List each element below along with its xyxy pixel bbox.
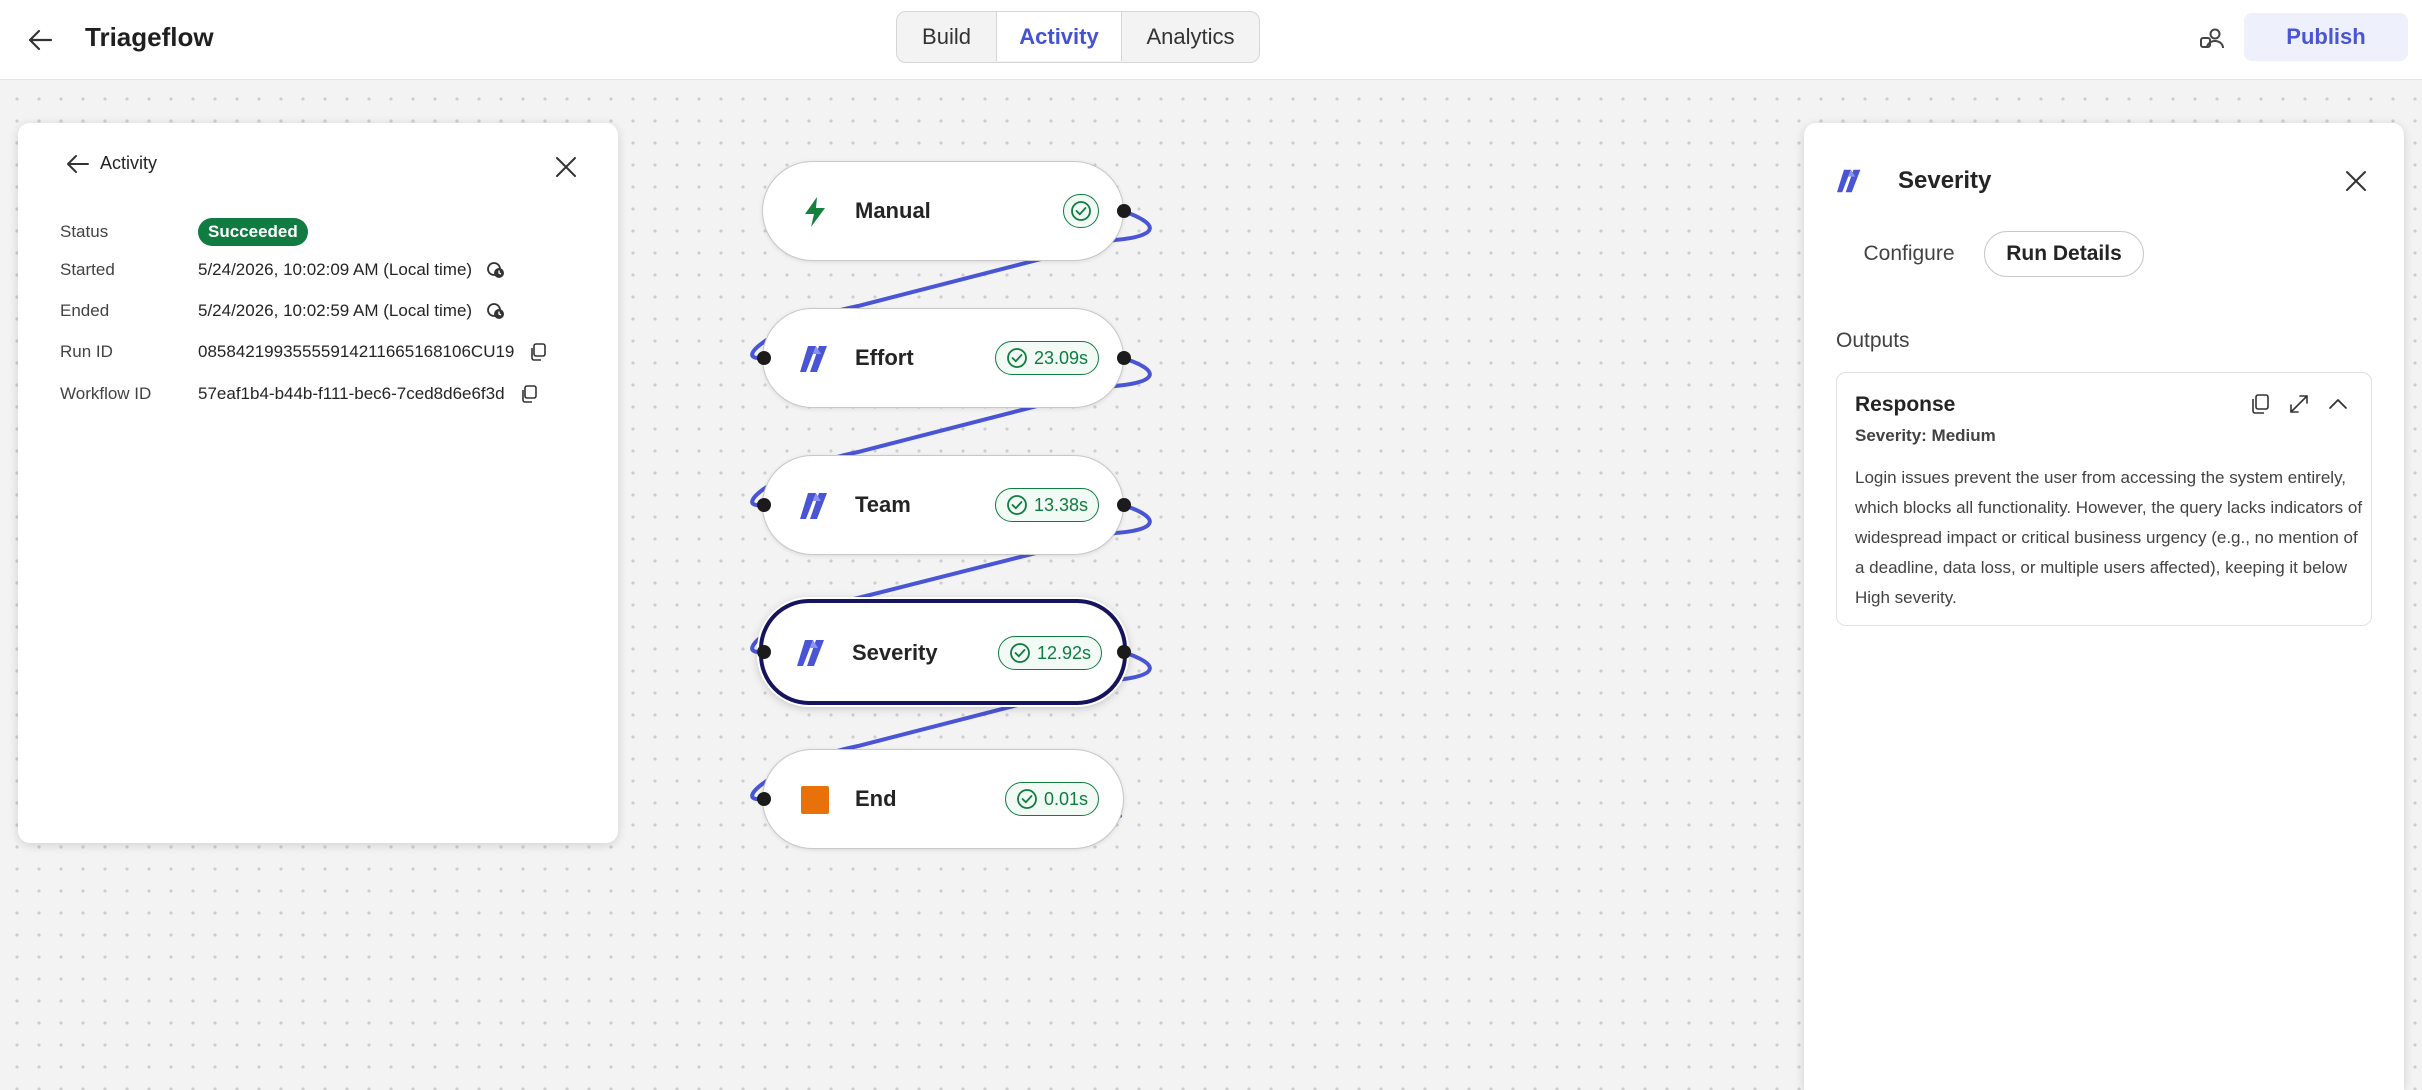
status-label: Status [60, 222, 109, 241]
details-title: Severity [1898, 167, 1992, 194]
node-status-badge: 23.09s [994, 341, 1099, 375]
details-close-button[interactable] [2338, 163, 2374, 199]
flow-node-end[interactable]: End 0.01s [762, 749, 1124, 849]
run-id-value: 08584219935555914211665168106CU19 [198, 342, 548, 362]
connector-handle[interactable] [757, 645, 771, 659]
started-value: 5/24/2026, 10:02:09 AM (Local time) [198, 260, 506, 280]
arrow-left-icon [28, 29, 53, 51]
node-status-badge [1063, 194, 1099, 228]
details-panel: Severity Configure Run Details Outputs R… [1804, 123, 2404, 1090]
check-circle-icon [1071, 201, 1091, 221]
workflow-id-value: 57eaf1b4-b44b-f111-bec6-7ced8d6e6f3d [198, 384, 539, 404]
flow-node-team[interactable]: Team 13.38s [762, 455, 1124, 555]
outputs-label: Outputs [1836, 329, 1910, 352]
chevron-up-icon [2329, 399, 2347, 409]
ended-label: Ended [60, 301, 110, 320]
expand-icon [2290, 395, 2308, 413]
check-circle-icon [1007, 348, 1027, 368]
copy-icon[interactable] [528, 342, 548, 362]
node-status-badge: 13.38s [994, 488, 1099, 522]
node-label: Manual [855, 198, 931, 223]
activity-close-button[interactable] [548, 149, 584, 185]
publish-button[interactable]: Publish [2244, 13, 2408, 61]
node-label: Severity [852, 640, 938, 665]
activity-panel-title: Activity [100, 153, 158, 173]
workflow-id-text: 57eaf1b4-b44b-f111-bec6-7ced8d6e6f3d [198, 384, 505, 403]
view-tabs: Build Activity Analytics [896, 11, 1260, 63]
response-title: Response [1855, 393, 1956, 416]
timezone-icon[interactable] [486, 260, 506, 280]
activity-back-button[interactable]: Activity [66, 153, 157, 174]
copy-icon[interactable] [519, 384, 539, 404]
connector-handle[interactable] [1117, 498, 1131, 512]
connector-handle[interactable] [757, 351, 771, 365]
node-duration: 0.01s [1043, 788, 1088, 809]
close-icon [556, 157, 576, 177]
lightning-icon [799, 196, 831, 228]
back-button[interactable] [20, 20, 60, 60]
tab-analytics[interactable]: Analytics [1122, 12, 1259, 61]
check-circle-icon [1010, 643, 1030, 663]
ai-model-icon [799, 343, 831, 375]
response-subtitle: Severity: Medium [1855, 426, 1996, 445]
expand-button[interactable] [2284, 389, 2314, 419]
flow-node-manual[interactable]: Manual [762, 161, 1124, 261]
ended-text: 5/24/2026, 10:02:59 AM (Local time) [198, 301, 473, 320]
status-badge: Succeeded [198, 218, 308, 246]
top-header: Triageflow Build Activity Analytics Publ… [0, 0, 2422, 80]
share-people-icon [2200, 28, 2224, 49]
run-id-text: 08584219935555914211665168106CU19 [198, 342, 515, 361]
response-card: Response Severity: Medium Login issues p… [1836, 372, 2372, 626]
timezone-icon[interactable] [486, 301, 506, 321]
check-circle-icon [1017, 789, 1037, 809]
activity-panel: Activity Status Succeeded Started 5/24/2… [18, 123, 618, 843]
ai-model-icon [796, 637, 828, 669]
tab-run-details[interactable]: Run Details [1984, 231, 2144, 277]
node-label: Effort [855, 345, 914, 370]
ai-model-icon [799, 490, 831, 522]
node-label: End [855, 786, 897, 811]
tab-configure[interactable]: Configure [1834, 231, 1984, 277]
node-duration: 12.92s [1036, 642, 1091, 663]
connector-handle[interactable] [1117, 351, 1131, 365]
connector-handle[interactable] [757, 498, 771, 512]
ended-value: 5/24/2026, 10:02:59 AM (Local time) [198, 301, 506, 321]
close-icon [2346, 171, 2366, 191]
tab-build[interactable]: Build [897, 12, 997, 61]
connector-handle[interactable] [757, 792, 771, 806]
app-title: Triageflow [85, 22, 214, 52]
share-button[interactable] [2192, 20, 2232, 60]
arrow-left-icon [67, 154, 89, 173]
stop-square-icon [799, 784, 831, 816]
flow-node-severity[interactable]: Severity 12.92s [759, 599, 1127, 705]
node-label: Team [855, 492, 911, 517]
started-label: Started [60, 260, 115, 279]
node-duration: 13.38s [1033, 494, 1088, 515]
started-text: 5/24/2026, 10:02:09 AM (Local time) [198, 260, 473, 279]
connector-handle[interactable] [1117, 645, 1131, 659]
flow-node-effort[interactable]: Effort 23.09s [762, 308, 1124, 408]
status-value: Succeeded [198, 218, 308, 246]
collapse-button[interactable] [2323, 389, 2353, 419]
tab-activity[interactable]: Activity [997, 12, 1122, 61]
copy-button[interactable] [2245, 389, 2275, 419]
workflow-id-label: Workflow ID [60, 384, 152, 403]
connector-handle[interactable] [1117, 204, 1131, 218]
run-id-label: Run ID [60, 342, 113, 361]
node-duration: 23.09s [1033, 347, 1088, 368]
ai-model-icon [1834, 165, 1866, 197]
response-body: Login issues prevent the user from acces… [1855, 468, 2363, 607]
check-circle-icon [1007, 495, 1027, 515]
node-status-badge: 0.01s [1004, 782, 1099, 816]
copy-icon [2252, 394, 2269, 414]
node-status-badge: 12.92s [997, 636, 1102, 670]
